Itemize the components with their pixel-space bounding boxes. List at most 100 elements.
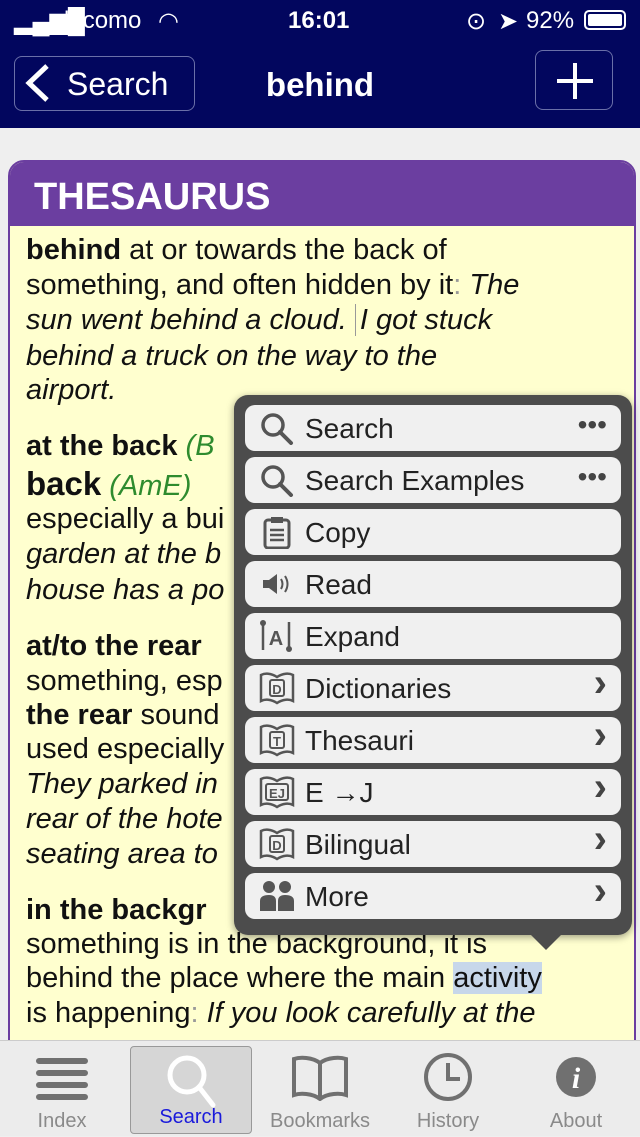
people-icon <box>260 881 294 911</box>
example: house has a po <box>26 574 225 606</box>
synonym: the rear <box>26 699 133 731</box>
menu-item-label: Thesauri <box>305 725 414 756</box>
example: rear of the hote <box>26 803 223 835</box>
svg-text:EJ: EJ <box>269 786 285 801</box>
menu-item-thesauri[interactable]: T Thesauri › <box>245 713 621 763</box>
more-icon: ••• <box>577 409 607 440</box>
tab-search[interactable]: Search <box>130 1046 252 1134</box>
clock: 16:01 <box>288 7 350 34</box>
location-icon: ➤ <box>498 8 519 35</box>
synonym: at the back <box>26 430 178 462</box>
context-menu: Search ••• Search Examples ••• Copy Read A Expa… <box>234 395 632 935</box>
menu-item-label: Read <box>305 569 372 600</box>
example: They parked in <box>26 768 218 800</box>
menu-item-e-j[interactable]: EJ E →J › <box>245 765 621 815</box>
menu-item-label: E →J <box>305 777 374 808</box>
menu-item-label: Search <box>305 413 394 444</box>
selected-word[interactable]: activity <box>453 962 542 994</box>
definition: is happening <box>26 997 191 1029</box>
tab-index[interactable]: Index <box>2 1041 122 1137</box>
svg-text:T: T <box>273 734 281 749</box>
battery-icon <box>584 10 626 30</box>
chevron-right-icon: › <box>593 765 607 809</box>
svg-text:D: D <box>272 838 281 853</box>
chevron-right-icon: › <box>593 713 607 757</box>
definition: especially a bui <box>26 503 225 535</box>
synonym: in the backgr <box>26 894 207 926</box>
orientation-lock-icon: ⊙ <box>466 8 487 35</box>
tab-label: Index <box>37 1110 87 1132</box>
clock-icon <box>424 1053 472 1101</box>
menu-item-label: More <box>305 881 369 912</box>
search-icon <box>261 413 293 445</box>
definition: something, esp <box>26 665 223 697</box>
clipboard-icon <box>263 517 291 549</box>
search-icon <box>261 465 293 497</box>
menu-item-read[interactable]: Read <box>245 561 621 607</box>
example: The <box>469 269 520 301</box>
tab-history[interactable]: History <box>388 1041 508 1137</box>
wifi-icon: ◠ <box>158 8 179 35</box>
menu-icon <box>36 1058 88 1100</box>
chevron-right-icon: › <box>593 869 607 913</box>
example: I got stuck <box>359 304 493 336</box>
example: airport. <box>26 374 117 406</box>
tab-bar: Index Search Bookmarks History i About <box>0 1040 640 1136</box>
headword: behind <box>26 234 122 266</box>
tab-label: About <box>549 1110 603 1132</box>
menu-item-label: Copy <box>305 517 371 548</box>
svg-text:i: i <box>572 1062 581 1095</box>
menu-item-expand[interactable]: A Expand <box>245 613 621 659</box>
book-d-icon: D <box>259 672 295 705</box>
definition: behind the place where the main <box>26 962 454 994</box>
example: behind a truck on the way to the <box>26 340 438 372</box>
menu-item-bilingual[interactable]: D Bilingual › <box>245 817 621 867</box>
status-bar: ▂▄▆█ docomo ◠ 16:01 ⊙ ➤ 92% <box>0 0 640 40</box>
definition: something, and often hidden by it <box>26 269 454 301</box>
book-d-icon: D <box>259 828 295 861</box>
chevron-right-icon: › <box>593 661 607 705</box>
menu-item-label: Expand <box>305 621 400 652</box>
menu-item-search-examples[interactable]: Search Examples ••• <box>245 457 621 503</box>
context-menu-arrow <box>530 934 562 950</box>
tab-about[interactable]: i About <box>516 1041 636 1137</box>
example: seating area to <box>26 838 218 870</box>
tab-label: Search <box>159 1106 223 1128</box>
menu-item-copy[interactable]: Copy <box>245 509 621 555</box>
more-icon: ••• <box>577 461 607 492</box>
battery-percent: 92% <box>526 7 575 34</box>
menu-item-label: Search Examples <box>305 465 525 496</box>
definition: used especially <box>26 733 225 765</box>
menu-item-dictionaries[interactable]: D Dictionaries › <box>245 661 621 711</box>
synonym: back <box>26 465 102 502</box>
tab-bookmarks[interactable]: Bookmarks <box>260 1041 380 1137</box>
menu-item-more[interactable]: More › <box>245 869 621 919</box>
variant-label: (AmE) <box>101 470 192 502</box>
book-ej-icon: EJ <box>259 776 295 809</box>
book-t-icon: T <box>259 724 295 757</box>
example: If you look carefully at the <box>206 997 536 1029</box>
add-button[interactable] <box>535 50 613 110</box>
book-icon <box>292 1055 348 1101</box>
tab-label: Bookmarks <box>269 1110 371 1132</box>
navigation-bar: Search behind <box>0 40 640 128</box>
separator: : <box>190 997 207 1029</box>
plus-icon <box>557 63 593 99</box>
definition: at or towards the back of <box>121 234 447 266</box>
svg-text:D: D <box>272 682 281 697</box>
definition: sound <box>132 699 220 731</box>
info-icon: i <box>556 1057 596 1097</box>
synonym: at/to the rear <box>26 630 202 662</box>
menu-item-label: Dictionaries <box>305 673 452 704</box>
menu-item-label: Bilingual <box>305 829 411 860</box>
example: sun went behind a cloud. <box>26 304 355 336</box>
variant-label: (B <box>177 430 215 462</box>
thesaurus-heading: THESAURUS <box>10 162 634 226</box>
expand-icon: A <box>260 620 292 652</box>
speaker-icon <box>263 574 289 594</box>
chevron-right-icon: › <box>593 817 607 861</box>
menu-item-search[interactable]: Search ••• <box>245 405 621 451</box>
example: garden at the b <box>26 538 222 570</box>
svg-text:A: A <box>269 628 283 650</box>
separator: : <box>453 269 470 301</box>
